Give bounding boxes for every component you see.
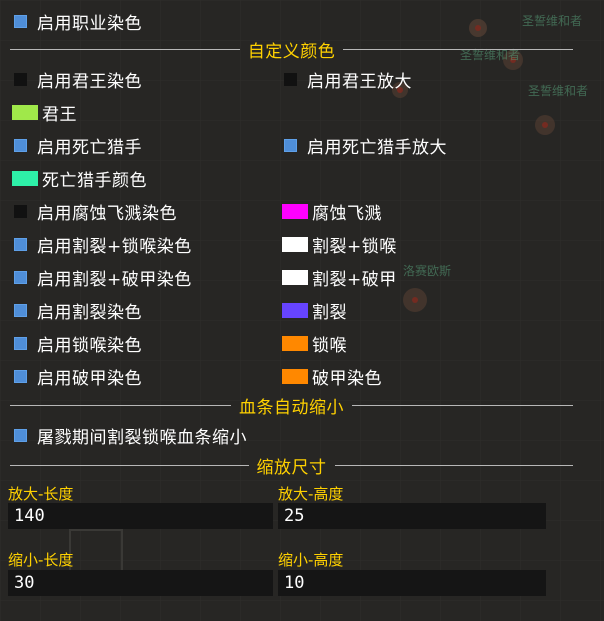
section-header-custom-colors: 自定义颜色 — [10, 38, 573, 62]
enable-deathhunter-toggle[interactable]: 启用死亡猎手 — [14, 134, 142, 158]
deathhunter-color-picker[interactable]: 死亡猎手颜色 — [12, 167, 147, 191]
color-swatch[interactable] — [282, 236, 308, 252]
rupture-color-picker[interactable]: 割裂 — [282, 299, 347, 323]
color-swatch[interactable] — [12, 104, 38, 120]
checkbox-checked[interactable] — [14, 336, 27, 350]
checkbox-unchecked[interactable] — [284, 72, 297, 86]
enlarge-length-label: 放大-长度 — [8, 485, 74, 503]
toggle-label: 启用君王染色 — [37, 71, 142, 92]
checkbox-checked[interactable] — [14, 138, 27, 152]
checkbox-unchecked[interactable] — [14, 72, 27, 86]
shrink-length-label: 缩小-长度 — [8, 551, 74, 569]
toggle-label: 启用死亡猎手放大 — [307, 137, 447, 158]
color-label: 锁喉 — [312, 335, 347, 356]
section-title: 自定义颜色 — [247, 41, 336, 62]
enable-king-color-toggle[interactable]: 启用君王染色 — [14, 68, 142, 92]
toggle-label: 启用死亡猎手 — [37, 137, 142, 158]
toggle-label: 启用职业染色 — [37, 13, 142, 34]
enlarge-height-label: 放大-高度 — [278, 485, 344, 503]
enable-deathhunter-enlarge-toggle[interactable]: 启用死亡猎手放大 — [284, 134, 447, 158]
divider — [352, 404, 573, 406]
section-title: 缩放尺寸 — [256, 457, 327, 478]
divider — [343, 48, 573, 50]
king-color-picker[interactable]: 君王 — [12, 101, 77, 125]
sunder-color-picker[interactable]: 破甲染色 — [282, 365, 382, 389]
color-label: 死亡猎手颜色 — [42, 170, 147, 191]
divider — [10, 464, 249, 466]
settings-panel: 启用职业染色 自定义颜色 启用君王染色 启用君王放大 君王 启用死亡猎手 启用死… — [0, 0, 604, 621]
section-header-healthbar-shrink: 血条自动缩小 — [10, 394, 573, 418]
color-swatch[interactable] — [282, 368, 308, 384]
color-swatch[interactable] — [282, 302, 308, 318]
toggle-label: 启用君王放大 — [307, 71, 412, 92]
color-label: 腐蚀飞溅 — [312, 203, 382, 224]
enable-garrote-toggle[interactable]: 启用锁喉染色 — [14, 332, 142, 356]
toggle-label: 启用割裂染色 — [37, 302, 142, 323]
section-header-scale-size: 缩放尺寸 — [10, 454, 573, 478]
enable-rupture-sunder-toggle[interactable]: 启用割裂+破甲染色 — [14, 266, 192, 290]
color-label: 割裂+破甲 — [312, 269, 397, 290]
enable-corrosive-splash-toggle[interactable]: 启用腐蚀飞溅染色 — [14, 200, 177, 224]
toggle-label: 启用割裂+破甲染色 — [37, 269, 192, 290]
garrote-color-picker[interactable]: 锁喉 — [282, 332, 347, 356]
color-swatch[interactable] — [282, 203, 308, 219]
color-label: 破甲染色 — [312, 368, 382, 389]
section-title: 血条自动缩小 — [239, 397, 344, 418]
enable-rupture-garrote-toggle[interactable]: 启用割裂+锁喉染色 — [14, 233, 192, 257]
shrink-healthbar-during-slaughter-toggle[interactable]: 屠戮期间割裂锁喉血条缩小 — [14, 424, 247, 448]
divider — [334, 464, 573, 466]
color-swatch[interactable] — [12, 170, 38, 186]
color-label: 割裂 — [312, 302, 347, 323]
checkbox-checked[interactable] — [14, 369, 27, 383]
color-label: 割裂+锁喉 — [312, 236, 397, 257]
checkbox-checked[interactable] — [14, 237, 27, 251]
divider — [10, 404, 231, 406]
enlarge-height-input[interactable] — [278, 503, 546, 529]
toggle-label: 启用锁喉染色 — [37, 335, 142, 356]
enlarge-length-input[interactable] — [8, 503, 273, 529]
checkbox-unchecked[interactable] — [14, 204, 27, 218]
divider — [10, 48, 240, 50]
toggle-label: 屠戮期间割裂锁喉血条缩小 — [37, 427, 247, 448]
enable-sunder-toggle[interactable]: 启用破甲染色 — [14, 365, 142, 389]
rupture-sunder-color-picker[interactable]: 割裂+破甲 — [282, 266, 397, 290]
enable-class-color-toggle[interactable]: 启用职业染色 — [14, 10, 142, 34]
shrink-height-input[interactable] — [278, 570, 546, 596]
color-swatch[interactable] — [282, 335, 308, 351]
color-swatch[interactable] — [282, 269, 308, 285]
color-label: 君王 — [42, 104, 77, 125]
enable-king-enlarge-toggle[interactable]: 启用君王放大 — [284, 68, 412, 92]
checkbox-checked[interactable] — [14, 428, 27, 442]
corrosive-splash-color-picker[interactable]: 腐蚀飞溅 — [282, 200, 382, 224]
checkbox-checked[interactable] — [14, 303, 27, 317]
toggle-label: 启用腐蚀飞溅染色 — [37, 203, 177, 224]
enable-rupture-toggle[interactable]: 启用割裂染色 — [14, 299, 142, 323]
rupture-garrote-color-picker[interactable]: 割裂+锁喉 — [282, 233, 397, 257]
shrink-length-input[interactable] — [8, 570, 273, 596]
toggle-label: 启用割裂+锁喉染色 — [37, 236, 192, 257]
shrink-height-label: 缩小-高度 — [278, 551, 344, 569]
checkbox-checked[interactable] — [284, 138, 297, 152]
checkbox-checked[interactable] — [14, 14, 27, 28]
checkbox-checked[interactable] — [14, 270, 27, 284]
toggle-label: 启用破甲染色 — [37, 368, 142, 389]
